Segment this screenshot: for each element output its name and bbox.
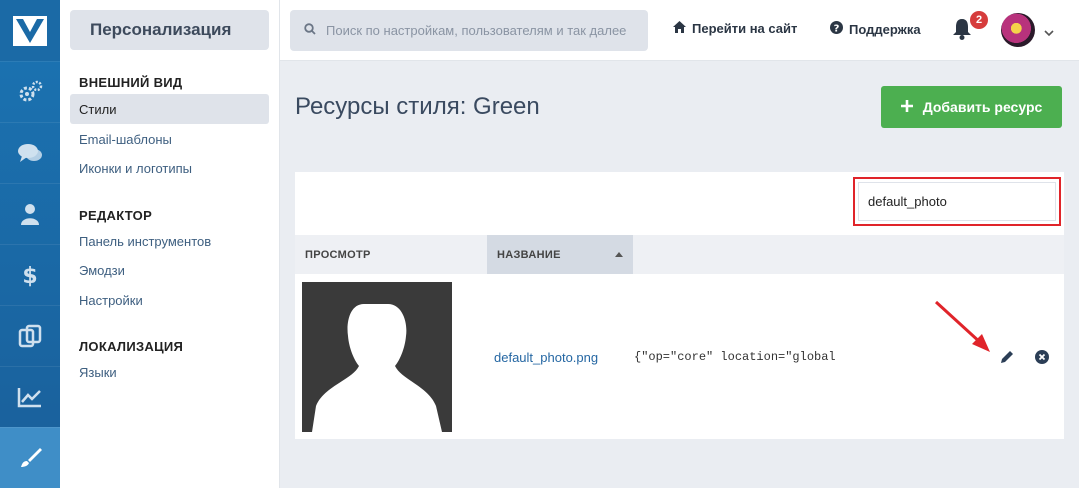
brush-icon[interactable]: [0, 427, 60, 488]
dollar-icon[interactable]: $: [0, 244, 60, 305]
section-heading-appearance: ВНЕШНИЙ ВИД: [79, 75, 183, 90]
table-header: ПРОСМОТР НАЗВАНИЕ: [295, 235, 1064, 274]
annotation-arrow-icon: [930, 298, 994, 359]
sidebar-item-emoji[interactable]: Эмодзи: [70, 255, 269, 285]
filter-input[interactable]: [858, 182, 1056, 221]
sidebar-item-styles[interactable]: Стили: [70, 94, 269, 124]
resource-tag-code: op="core" location="global"}: [634, 350, 836, 364]
column-header-preview[interactable]: ПРОСМОТР: [295, 235, 487, 274]
search-icon: [304, 22, 316, 40]
column-header-name[interactable]: НАЗВАНИЕ: [487, 235, 633, 274]
section-heading-editor: РЕДАКТОР: [79, 208, 153, 223]
go-to-site-label: Перейти на сайт: [692, 21, 798, 36]
search-box[interactable]: [290, 10, 648, 51]
column-header-name-label: НАЗВАНИЕ: [497, 248, 561, 261]
add-resource-button[interactable]: Добавить ресурс: [881, 86, 1062, 128]
svg-text:$: $: [22, 264, 37, 288]
sidebar-item-languages[interactable]: Языки: [70, 357, 269, 387]
chat-icon[interactable]: [0, 122, 60, 183]
plus-icon: [900, 99, 913, 115]
support-link[interactable]: ? Поддержка: [830, 21, 921, 37]
filter-highlight: [853, 177, 1061, 226]
copy-icon[interactable]: [0, 305, 60, 366]
bell-icon[interactable]: [952, 18, 972, 45]
delete-icon[interactable]: [1035, 350, 1049, 369]
question-icon: ?: [830, 21, 843, 37]
search-input[interactable]: [326, 23, 636, 38]
chevron-down-icon[interactable]: [1044, 24, 1054, 42]
home-icon: [673, 21, 686, 36]
svg-text:?: ?: [834, 24, 840, 35]
avatar[interactable]: [1001, 13, 1035, 47]
sidebar-item-icons-logos[interactable]: Иконки и логотипы: [70, 153, 269, 183]
support-label: Поддержка: [849, 21, 921, 37]
page-title: Ресурсы стиля: Green: [295, 93, 540, 120]
gears-icon[interactable]: [0, 61, 60, 122]
add-resource-label: Добавить ресурс: [922, 99, 1043, 115]
chart-icon[interactable]: [0, 366, 60, 427]
sidebar-title: Персонализация: [70, 10, 269, 50]
sidebar-item-toolbar[interactable]: Панель инструментов: [70, 226, 269, 256]
user-icon[interactable]: [0, 183, 60, 244]
sidebar-item-settings[interactable]: Настройки: [70, 285, 269, 315]
sort-asc-icon: [615, 252, 623, 257]
top-bar: Перейти на сайт ? Поддержка 2: [280, 0, 1079, 61]
sidebar-item-email-templates[interactable]: Email-шаблоны: [70, 124, 269, 154]
settings-sidebar: Персонализация ВНЕШНИЙ ВИД Стили Email-ш…: [60, 0, 280, 488]
pencil-icon[interactable]: [1000, 350, 1014, 369]
section-heading-localization: ЛОКАЛИЗАЦИЯ: [79, 339, 184, 354]
notification-badge: 2: [970, 11, 988, 29]
logo-icon[interactable]: [0, 0, 60, 61]
resource-preview-image: [302, 282, 452, 432]
resource-filename-link[interactable]: default_photo.png: [494, 350, 598, 365]
icon-rail: $: [0, 0, 60, 488]
go-to-site-link[interactable]: Перейти на сайт: [673, 21, 797, 36]
